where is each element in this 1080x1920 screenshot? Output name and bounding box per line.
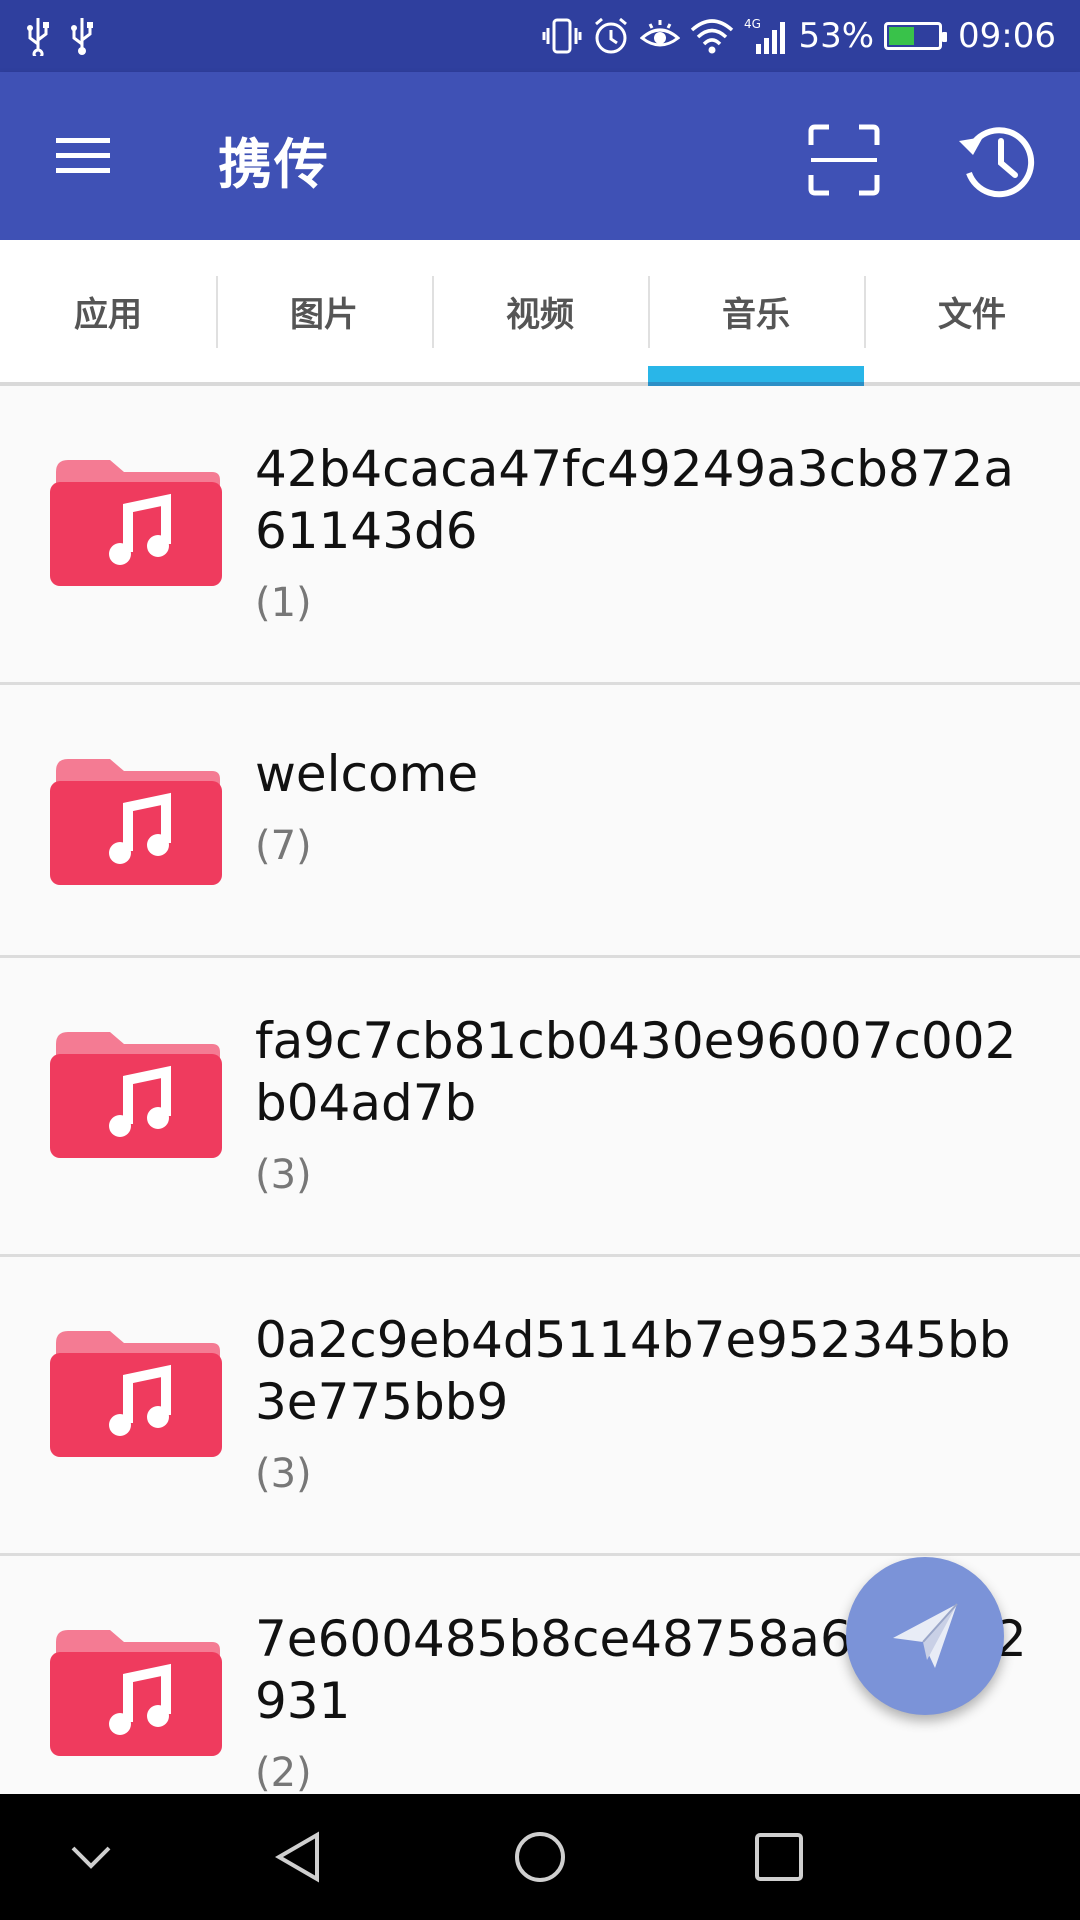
svg-text:4G: 4G bbox=[744, 17, 761, 31]
list-item[interactable]: 0a2c9eb4d5114b7e952345bb3e775bb9 (3) bbox=[0, 1257, 1080, 1556]
alarm-icon bbox=[592, 16, 630, 56]
home-button[interactable] bbox=[507, 1824, 573, 1890]
eye-comfort-icon bbox=[640, 16, 681, 56]
hamburger-menu-icon bbox=[56, 138, 110, 173]
music-folder-icon bbox=[50, 460, 222, 586]
back-button[interactable] bbox=[266, 1824, 332, 1890]
hide-nav-icon bbox=[71, 1846, 111, 1869]
back-icon bbox=[275, 1831, 319, 1883]
tab-images[interactable]: 图片 bbox=[216, 240, 432, 382]
tab-files[interactable]: 文件 bbox=[864, 240, 1080, 382]
folder-count: (3) bbox=[255, 1152, 312, 1198]
history-icon bbox=[959, 127, 1035, 198]
folder-name: fa9c7cb81cb0430e96007c002b04ad7b bbox=[255, 1012, 1017, 1132]
folder-count: (7) bbox=[255, 823, 312, 869]
vibrate-icon bbox=[542, 16, 582, 56]
list-item[interactable]: 42b4caca47fc49249a3cb872a61143d6 (1) bbox=[0, 386, 1080, 685]
system-nav-bar bbox=[0, 1794, 1080, 1920]
battery-icon bbox=[884, 22, 948, 50]
list-item[interactable]: welcome (7) bbox=[0, 685, 1080, 958]
battery-percent: 53% bbox=[798, 16, 875, 56]
signal-4g-icon: 4G bbox=[744, 16, 788, 56]
home-icon bbox=[515, 1832, 565, 1882]
menu-button[interactable] bbox=[40, 116, 128, 196]
list-item[interactable]: fa9c7cb81cb0430e96007c002b04ad7b (3) bbox=[0, 958, 1080, 1257]
category-tabs: 应用 图片 视频 音乐 文件 bbox=[0, 240, 1080, 386]
usb-icon bbox=[24, 16, 52, 56]
music-folder-icon bbox=[50, 1331, 222, 1457]
tab-videos[interactable]: 视频 bbox=[432, 240, 648, 382]
hide-nav-button[interactable] bbox=[58, 1824, 124, 1890]
app-bar: 携传 bbox=[0, 72, 1080, 240]
status-bar: 4G 53% 09:06 bbox=[0, 0, 1080, 72]
music-folder-icon bbox=[50, 1630, 222, 1756]
history-button[interactable] bbox=[950, 112, 1046, 208]
folder-count: (2) bbox=[255, 1750, 312, 1794]
usb-icon bbox=[68, 16, 96, 56]
folder-count: (1) bbox=[255, 580, 312, 626]
folder-name: welcome bbox=[255, 745, 479, 803]
folder-name: 0a2c9eb4d5114b7e952345bb3e775bb9 bbox=[255, 1311, 1011, 1431]
scan-icon bbox=[808, 124, 880, 196]
clock: 09:06 bbox=[958, 16, 1056, 56]
scan-button[interactable] bbox=[800, 116, 888, 204]
recents-icon bbox=[755, 1833, 803, 1881]
wifi-icon bbox=[690, 16, 734, 56]
tab-music[interactable]: 音乐 bbox=[648, 240, 864, 386]
app-title: 携传 bbox=[218, 133, 330, 196]
tab-apps[interactable]: 应用 bbox=[0, 240, 216, 382]
folder-name: 42b4caca47fc49249a3cb872a61143d6 bbox=[255, 440, 1014, 560]
send-paper-plane-icon bbox=[893, 1603, 958, 1668]
music-folder-icon bbox=[50, 1032, 222, 1158]
send-fab-button[interactable] bbox=[846, 1557, 1004, 1715]
folder-count: (3) bbox=[255, 1451, 312, 1497]
music-folder-icon bbox=[50, 759, 222, 885]
recents-button[interactable] bbox=[746, 1824, 812, 1890]
